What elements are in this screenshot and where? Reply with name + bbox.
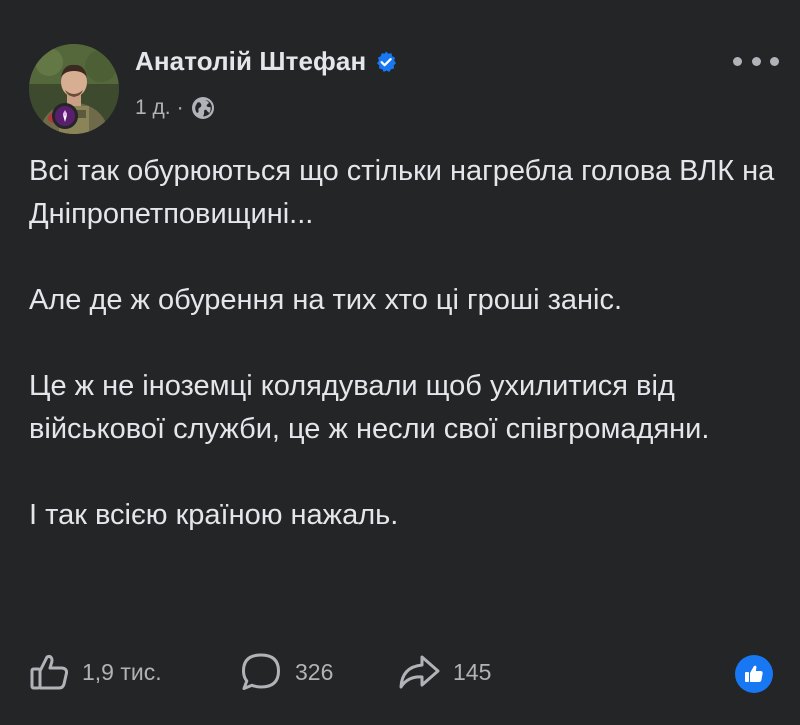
- globe-icon[interactable]: [191, 96, 215, 120]
- share-count: 145: [453, 658, 492, 685]
- like-count: 1,9 тис.: [82, 658, 162, 685]
- share-arrow-icon: [399, 655, 440, 689]
- like-reaction-icon: [745, 665, 763, 682]
- more-dot: [751, 56, 761, 66]
- post-text: Всі так обурюються що стільки нагребла г…: [29, 150, 779, 537]
- ribbon-icon: [63, 110, 67, 122]
- author-name[interactable]: Анатолій Штефан: [135, 46, 366, 77]
- post-paragraph: Це ж не іноземці колядували щоб ухилитис…: [29, 370, 710, 445]
- post-paragraph: І так всією країною нажаль.: [29, 499, 399, 531]
- verified-badge-icon: [377, 51, 397, 72]
- comment-bubble-icon: [242, 653, 280, 690]
- like-button[interactable]: 1,9 тис.: [30, 652, 162, 692]
- share-button[interactable]: 145: [397, 652, 491, 692]
- post-card: Анатолій Штефан 1 д. · Всі так обурюютьс…: [0, 0, 800, 725]
- meta-separator: ·: [176, 96, 184, 119]
- comment-count: 326: [295, 658, 334, 685]
- post-paragraph: Але де ж обурення на тих хто ці гроші за…: [29, 284, 623, 316]
- more-options-button[interactable]: [733, 52, 779, 70]
- profile-frame-badge: [52, 103, 78, 129]
- post-actions: 1,9 тис. 326 145: [0, 652, 800, 692]
- post-timestamp[interactable]: 1 д.: [135, 96, 171, 120]
- post-paragraph: Всі так обурюються що стільки нагребла г…: [29, 155, 775, 230]
- comment-button[interactable]: 326: [239, 652, 333, 692]
- more-dot: [770, 56, 779, 66]
- thumbs-up-icon: [30, 654, 69, 690]
- post-meta: 1 д. ·: [135, 96, 215, 120]
- more-dot: [733, 56, 742, 66]
- author-row: Анатолій Штефан: [135, 46, 398, 77]
- reaction-like-badge[interactable]: [735, 655, 773, 693]
